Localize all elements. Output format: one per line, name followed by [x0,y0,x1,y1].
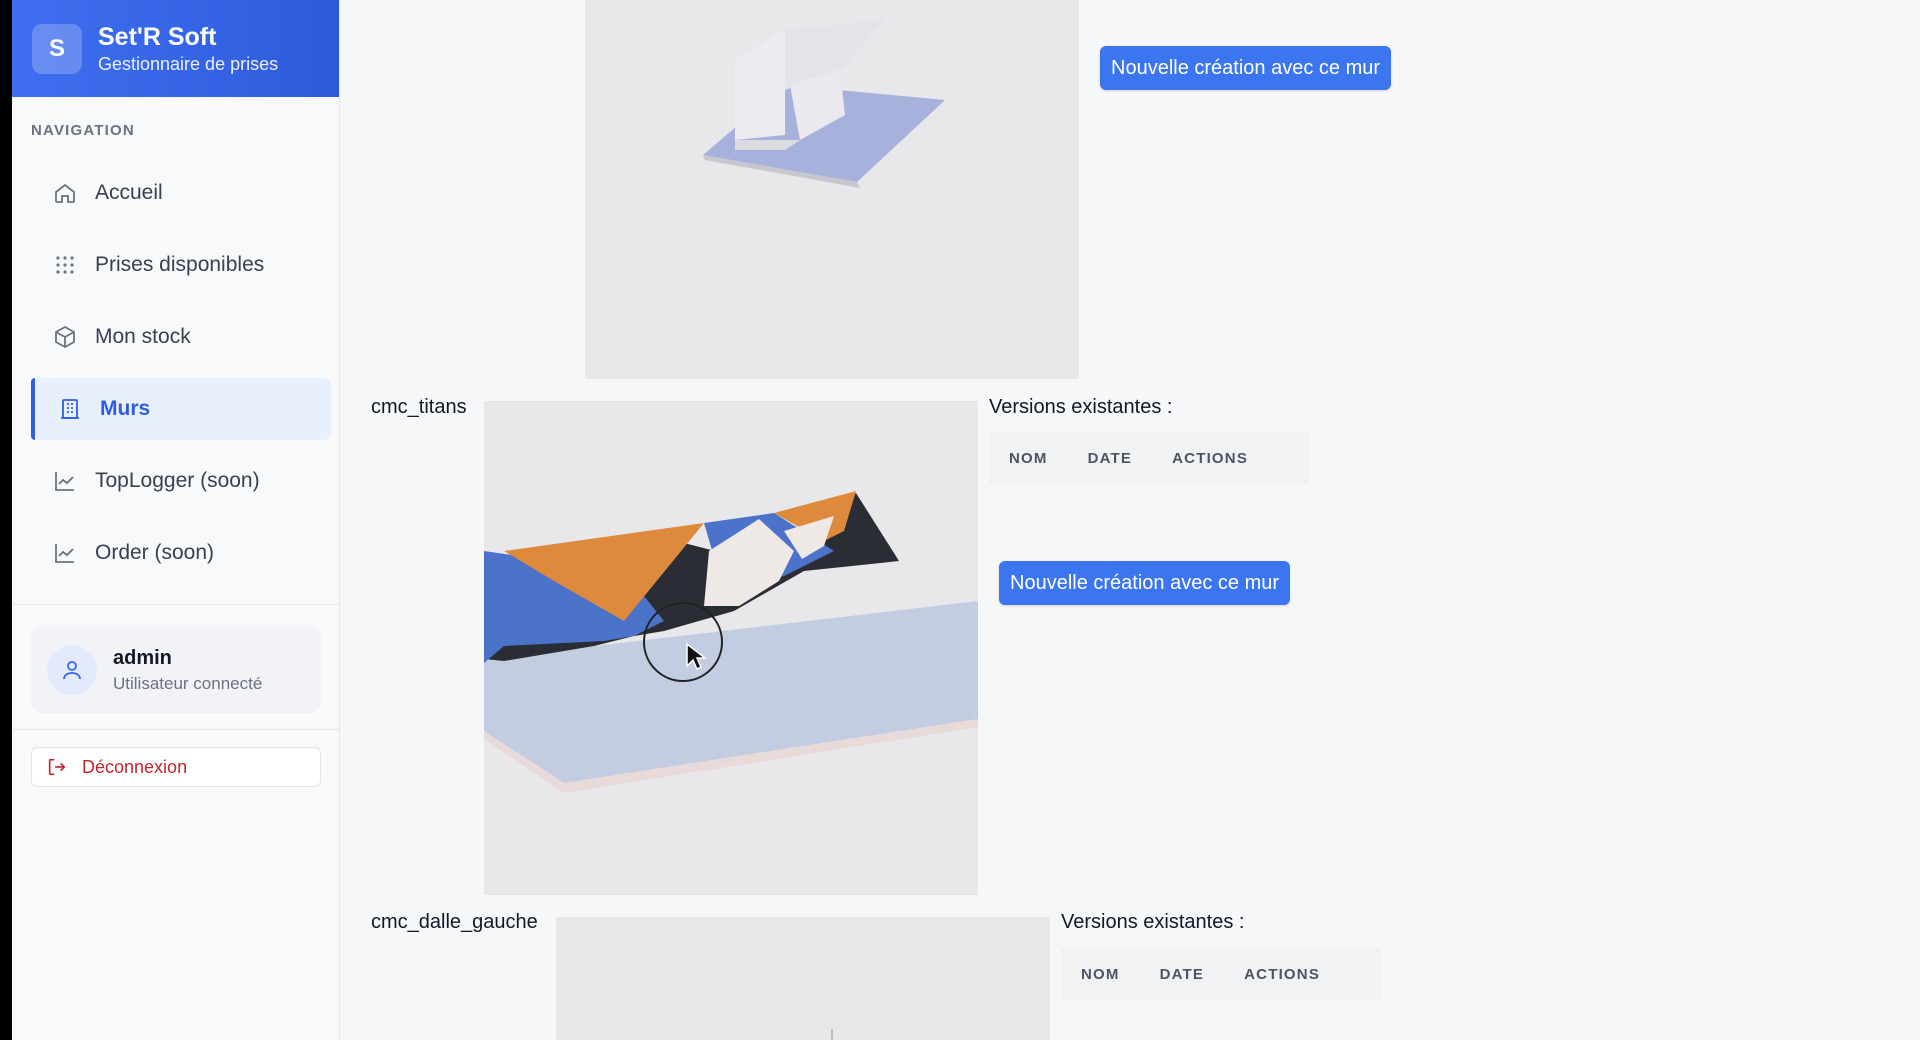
home-icon [55,183,75,203]
wall-3d-model [484,401,978,895]
logout-label: Déconnexion [82,756,188,777]
main-content: Nouvelle création avec ce mur cmc_titans… [340,0,1920,1040]
versions-title: Versions existantes : [989,396,1173,418]
wall-3d-model [585,0,1079,379]
sidebar-item-label: TopLogger (soon) [95,469,260,492]
grid-dots-icon [56,256,74,274]
versions-title: Versions existantes : [1061,911,1245,933]
sidebar-item-mon-stock[interactable]: Mon stock [31,306,331,368]
sidebar-item-toplogger[interactable]: TopLogger (soon) [31,450,331,512]
sidebar-item-murs[interactable]: Murs [31,378,331,440]
building-icon [61,399,79,419]
sidebar-item-label: Order (soon) [95,541,215,564]
mouse-cursor-icon [686,642,707,671]
column-header-actions: ACTIONS [1172,449,1249,467]
sidebar: S Set'R Soft Gestionnaire de prises NAVI… [12,0,340,1040]
logout-button[interactable]: Déconnexion [31,747,321,787]
brand-title: Set'R Soft [98,22,217,51]
user-role: Utilisateur connecté [113,673,263,693]
sidebar-item-prises-disponibles[interactable]: Prises disponibles [31,234,331,296]
box-icon [55,325,75,349]
sidebar-item-order[interactable]: Order (soon) [31,522,331,584]
sidebar-item-label: Accueil [95,181,163,204]
new-creation-button[interactable]: Nouvelle création avec ce mur [1100,46,1392,90]
brand-logo: S [32,23,82,74]
wall-name: cmc_dalle_gauche [371,911,538,933]
chart-line-icon [55,472,74,491]
wall-name: cmc_titans [371,396,467,418]
versions-table-header: NOM DATE ACTIONS [1061,947,1381,1001]
logout-icon [48,758,66,776]
user-card: admin Utilisateur connecté [31,627,321,713]
column-header-nom: NOM [1081,965,1120,983]
cursor-highlight [643,602,723,682]
wall-3d-viewer[interactable] [585,0,1079,379]
wall-3d-viewer[interactable] [484,401,978,895]
sidebar-item-label: Mon stock [95,325,191,348]
chart-line-icon [55,544,74,563]
user-icon [63,661,81,680]
new-creation-button[interactable]: Nouvelle création avec ce mur [999,561,1291,605]
divider [12,729,340,730]
column-header-actions: ACTIONS [1244,965,1321,983]
versions-table-header: NOM DATE ACTIONS [989,431,1309,485]
column-header-nom: NOM [1009,449,1048,467]
avatar [47,645,97,695]
nav-menu: Accueil Prises disponibles Mon stock Mur… [31,162,331,594]
brand-header[interactable]: S Set'R Soft Gestionnaire de prises [12,0,339,97]
wall-3d-model [556,917,1050,1040]
nav-heading: NAVIGATION [31,122,135,139]
column-header-date: DATE [1159,965,1205,983]
sidebar-item-accueil[interactable]: Accueil [31,162,331,224]
divider [12,604,340,605]
brand-subtitle: Gestionnaire de prises [98,53,279,74]
window-edge [0,0,12,1040]
wall-3d-viewer[interactable] [556,917,1050,1040]
column-header-date: DATE [1087,449,1133,467]
user-name: admin [113,646,172,669]
sidebar-item-label: Murs [100,397,151,420]
sidebar-item-label: Prises disponibles [95,253,265,276]
